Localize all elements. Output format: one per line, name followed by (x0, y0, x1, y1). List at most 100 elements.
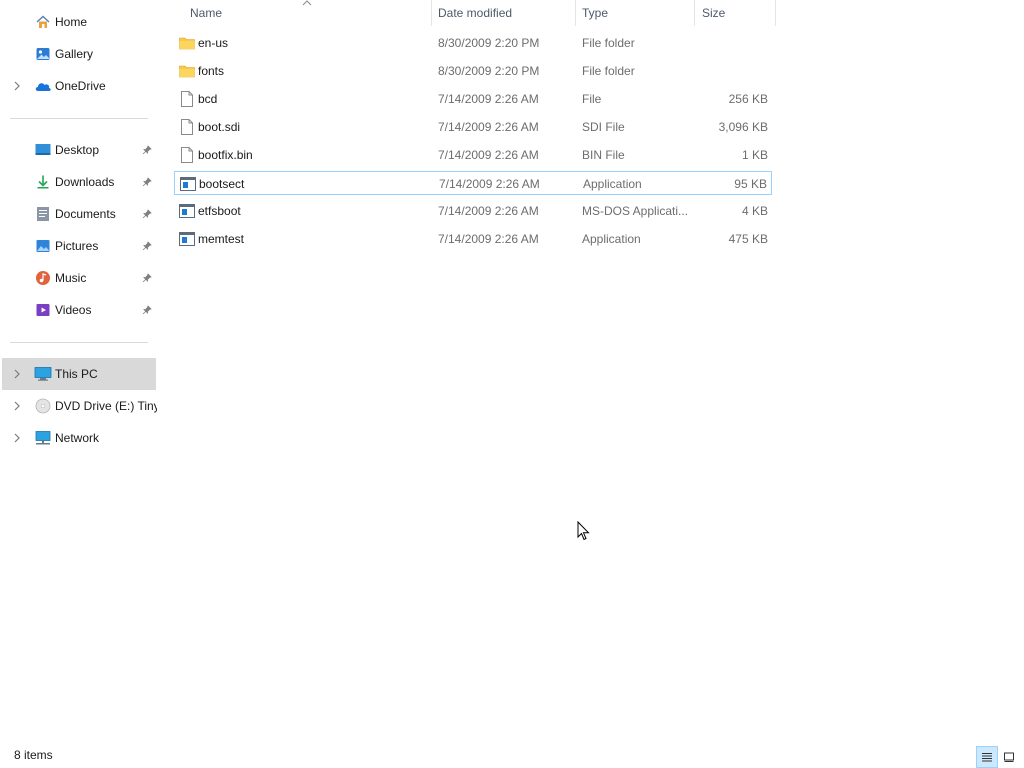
nav-item-this-pc[interactable]: This PC (2, 358, 156, 390)
nav-divider (10, 342, 148, 343)
file-date-modified: 7/14/2009 2:26 AM (438, 148, 539, 162)
file-row[interactable]: boot.sdi 7/14/2009 2:26 AM SDI File 3,096 K… (174, 115, 772, 139)
file-row[interactable]: fonts 8/30/2009 2:20 PM File folder (174, 59, 772, 83)
nav-item-music[interactable]: Music (2, 262, 156, 294)
details-view-icon (982, 753, 992, 762)
file-type: MS-DOS Applicati... (582, 204, 689, 218)
file-name: fonts (198, 64, 225, 78)
file-row[interactable]: bcd 7/14/2009 2:26 AM File 256 KB (174, 87, 772, 111)
pin-icon[interactable] (141, 272, 153, 284)
file-row[interactable]: etfsboot 7/14/2009 2:26 AM MS-DOS Applicat… (174, 199, 772, 223)
folder-icon (178, 31, 196, 55)
large-icons-view-button[interactable] (998, 746, 1020, 768)
nav-divider (10, 118, 148, 119)
file-name: bcd (198, 92, 218, 106)
column-header-name[interactable]: Name (190, 0, 430, 26)
file-size: 475 KB (728, 232, 768, 246)
file-date-modified: 7/14/2009 2:26 AM (438, 204, 539, 218)
mouse-cursor-icon (577, 521, 590, 541)
file-type: File folder (582, 64, 635, 78)
application-icon (179, 172, 197, 196)
folder-icon (178, 59, 196, 83)
file-date-modified: 7/14/2009 2:26 AM (438, 92, 539, 106)
file-type: BIN File (582, 148, 625, 162)
application-icon (178, 199, 196, 223)
file-name: memtest (198, 232, 245, 246)
column-separator[interactable] (694, 0, 695, 26)
file-name: bootsect (199, 177, 245, 191)
file-row[interactable]: bootfix.bin 7/14/2009 2:26 AM BIN File 1 KB (174, 143, 772, 167)
file-date-modified: 7/14/2009 2:26 AM (438, 232, 539, 246)
large-icons-view-icon (1004, 752, 1014, 762)
file-name: bootfix.bin (198, 148, 253, 162)
details-view-button[interactable] (976, 746, 998, 768)
navigation-pane: Home Gallery OneDrive Desktop Downloads (0, 0, 160, 740)
chevron-right-icon[interactable] (12, 433, 22, 443)
pin-icon[interactable] (141, 240, 153, 252)
downloads-icon (34, 173, 52, 191)
nav-label: Music (55, 271, 87, 285)
desktop-icon (34, 141, 52, 159)
pictures-icon (34, 237, 52, 255)
onedrive-icon (34, 77, 52, 95)
column-header-size[interactable]: Size (702, 0, 774, 26)
nav-label: Home (55, 15, 88, 29)
file-date-modified: 7/14/2009 2:26 AM (438, 120, 539, 134)
column-separator[interactable] (775, 0, 776, 26)
file-type: Application (582, 232, 641, 246)
pin-icon[interactable] (141, 144, 153, 156)
chevron-right-icon[interactable] (12, 81, 22, 91)
nav-label: Gallery (55, 47, 94, 61)
nav-item-videos[interactable]: Videos (2, 294, 156, 326)
nav-label: Desktop (55, 143, 100, 157)
file-date-modified: 7/14/2009 2:26 AM (439, 177, 540, 191)
file-date-modified: 8/30/2009 2:20 PM (438, 36, 540, 50)
file-icon (178, 143, 196, 167)
nav-item-downloads[interactable]: Downloads (2, 166, 156, 198)
dvd-drive-icon (34, 397, 52, 415)
gallery-icon (34, 45, 52, 63)
file-type: Application (583, 177, 642, 191)
nav-item-dvd-drive[interactable]: DVD Drive (E:) TinyXP (2, 390, 157, 422)
file-row[interactable]: bootsect 7/14/2009 2:26 AM Application 95 K… (174, 171, 772, 195)
pin-icon[interactable] (141, 304, 153, 316)
this-pc-icon (34, 365, 52, 383)
nav-label: Pictures (55, 239, 99, 253)
file-type: SDI File (582, 120, 625, 134)
chevron-right-icon[interactable] (12, 369, 22, 379)
nav-label: Downloads (55, 175, 115, 189)
nav-item-desktop[interactable]: Desktop (2, 134, 156, 166)
pin-icon[interactable] (141, 208, 153, 220)
file-size: 1 KB (741, 148, 768, 162)
pin-icon[interactable] (141, 176, 153, 188)
nav-label: This PC (55, 367, 98, 381)
file-icon (178, 87, 196, 111)
nav-item-pictures[interactable]: Pictures (2, 230, 156, 262)
file-date-modified: 8/30/2009 2:20 PM (438, 64, 540, 78)
column-header-date-modified[interactable]: Date modified (438, 0, 574, 26)
nav-label: DVD Drive (E:) TinyXP (55, 399, 157, 413)
documents-icon (34, 205, 52, 223)
file-name: etfsboot (198, 204, 241, 218)
nav-item-documents[interactable]: Documents (2, 198, 156, 230)
nav-label: Documents (55, 207, 116, 221)
file-name: en-us (198, 36, 229, 50)
file-row[interactable]: memtest 7/14/2009 2:26 AM Application 475 K… (174, 227, 772, 251)
videos-icon (34, 301, 52, 319)
column-header-type[interactable]: Type (582, 0, 692, 26)
file-name: boot.sdi (198, 120, 241, 134)
nav-item-network[interactable]: Network (2, 422, 156, 454)
column-separator[interactable] (575, 0, 576, 26)
nav-item-gallery[interactable]: Gallery (2, 38, 156, 70)
nav-item-home[interactable]: Home (2, 6, 156, 38)
application-icon (178, 227, 196, 251)
nav-item-onedrive[interactable]: OneDrive (2, 70, 156, 102)
chevron-right-icon[interactable] (12, 401, 22, 411)
file-size: 95 KB (734, 177, 767, 191)
column-separator[interactable] (431, 0, 432, 26)
status-item-count: 8 items (14, 748, 53, 762)
file-row[interactable]: en-us 8/30/2009 2:20 PM File folder (174, 31, 772, 55)
nav-label: OneDrive (55, 79, 106, 93)
nav-label: Videos (55, 303, 92, 317)
home-icon (34, 13, 52, 31)
